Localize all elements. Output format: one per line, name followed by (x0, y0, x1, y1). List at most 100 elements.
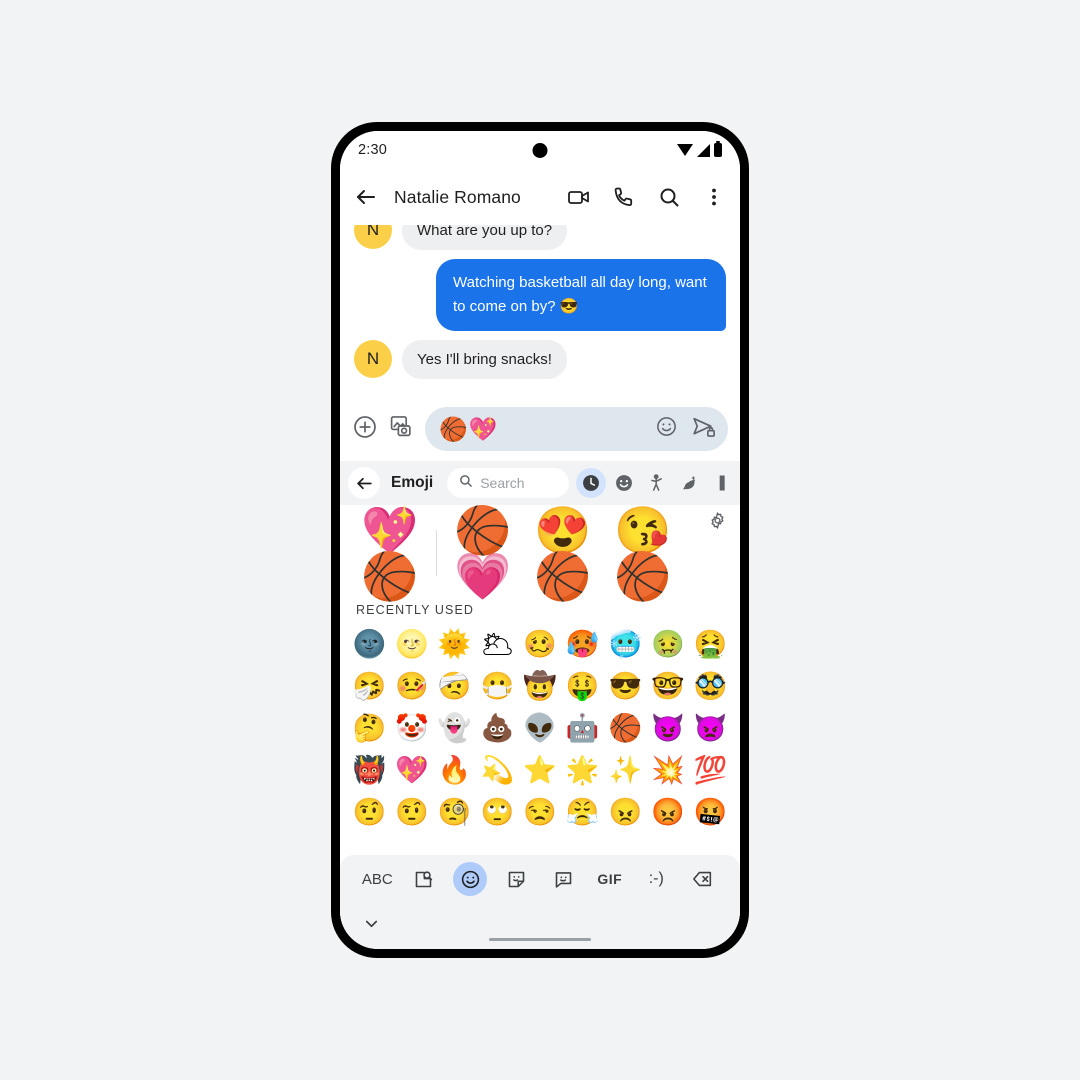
signal-icon (697, 143, 710, 157)
back-arrow-icon[interactable] (354, 185, 378, 209)
emoji-cell[interactable]: 🤓 (647, 667, 690, 705)
sticker-icon[interactable] (500, 862, 534, 896)
message-row: N What are you up to? (354, 225, 726, 250)
abc-key[interactable]: ABC (360, 862, 394, 896)
emoji-cell[interactable]: 💥 (647, 751, 690, 789)
emoji-smiley-icon[interactable] (655, 415, 678, 443)
message-bubble-outgoing[interactable]: Watching basketball all day long, want t… (436, 259, 726, 331)
emoji-cell[interactable]: 🌝 (391, 625, 434, 663)
emoji-cell[interactable]: 🤒 (391, 667, 434, 705)
status-time: 2:30 (358, 142, 388, 158)
emoji-cell[interactable]: 👻 (433, 709, 476, 747)
emoji-cell[interactable]: 🤢 (647, 625, 690, 663)
gallery-camera-icon[interactable] (389, 414, 414, 444)
keyboard-mode-bar: ABC GIF :-) (340, 855, 740, 903)
camera-punch-hole (532, 143, 548, 158)
emoji-category-food[interactable] (708, 468, 738, 498)
contact-name[interactable]: Natalie Romano (394, 187, 521, 208)
emoji-cell[interactable]: 🏀 (604, 709, 647, 747)
emoji-cell[interactable]: 🥸 (689, 667, 732, 705)
emoji-cell[interactable]: 👽 (519, 709, 562, 747)
emoji-category-smileys[interactable] (609, 468, 639, 498)
search-icon (458, 473, 473, 493)
avatar: N (354, 225, 392, 249)
emoji-cell[interactable]: 🌥 (476, 625, 519, 663)
video-call-icon[interactable] (567, 185, 591, 209)
message-bubble-incoming[interactable]: What are you up to? (402, 225, 568, 250)
emoji-cell[interactable]: 🤡 (391, 709, 434, 747)
emoji-cell[interactable]: 💩 (476, 709, 519, 747)
draft-text: 🏀💖 (439, 415, 499, 442)
emoji-search-input[interactable]: Search (447, 468, 570, 498)
emoji-cell[interactable]: 🧐 (433, 793, 476, 831)
emoji-cell[interactable]: 🌚 (348, 625, 391, 663)
emoji-cell[interactable]: 🌞 (433, 625, 476, 663)
sticker-suggestion[interactable]: 🏀💗 (443, 507, 523, 599)
emoji-cell[interactable]: 🔥 (433, 751, 476, 789)
phone-frame: 2:30 Natalie Romano N What are you up to… (331, 122, 749, 958)
phone-screen: 2:30 Natalie Romano N What are you up to… (340, 131, 740, 949)
emoji-search-placeholder: Search (480, 475, 525, 491)
sticker-suggestion[interactable]: 💖🏀 (350, 507, 430, 599)
emoji-cell[interactable]: 👿 (689, 709, 732, 747)
emoji-back-button[interactable] (348, 467, 380, 499)
message-input-field[interactable]: 🏀💖 (425, 407, 728, 451)
emoji-cell[interactable]: 😷 (476, 667, 519, 705)
emoji-cell[interactable]: 💯 (689, 751, 732, 789)
emoji-cell[interactable]: 💖 (391, 751, 434, 789)
sticker-suggestion[interactable]: 😍🏀 (523, 507, 603, 599)
emoji-cell[interactable]: 💫 (476, 751, 519, 789)
emoji-cell[interactable]: 🌟 (561, 751, 604, 789)
message-bubble-incoming[interactable]: Yes I'll bring snacks! (402, 340, 567, 379)
emoji-category-tabs (576, 468, 738, 498)
emoticon-bubble-icon[interactable] (546, 862, 580, 896)
emoji-cell[interactable]: 🤮 (689, 625, 732, 663)
emoji-cell[interactable]: 😈 (647, 709, 690, 747)
emoji-cell[interactable]: 😤 (561, 793, 604, 831)
emoji-cell[interactable]: ✨ (604, 751, 647, 789)
emoji-category-recent[interactable] (576, 468, 607, 498)
emoji-cell[interactable]: 😠 (604, 793, 647, 831)
overflow-menu-icon[interactable] (702, 185, 726, 209)
emoji-cell[interactable]: 🥴 (519, 625, 562, 663)
emoji-cell[interactable]: 🤖 (561, 709, 604, 747)
app-bar: Natalie Romano (340, 169, 740, 225)
search-icon[interactable] (657, 185, 681, 209)
emoji-grid[interactable]: 🌚 🌝 🌞 🌥 🥴 🥵 🥶 🤢 🤮 🤧 🤒 🤕 😷 🤠 🤑 😎 🤓 🥸 🤔 🤡 … (340, 625, 740, 855)
emoji-cell[interactable]: 🤑 (561, 667, 604, 705)
sticker-search-icon[interactable] (407, 862, 441, 896)
phone-call-icon[interactable] (612, 185, 636, 209)
send-encrypted-icon[interactable] (691, 414, 716, 444)
conversation-list[interactable]: N What are you up to? Watching basketbal… (340, 225, 740, 397)
emoji-cell[interactable]: 🙄 (476, 793, 519, 831)
emoji-cell[interactable]: 🤠 (519, 667, 562, 705)
emoji-cell[interactable]: 🤨 (391, 793, 434, 831)
emoji-cell[interactable]: 🤕 (433, 667, 476, 705)
emoji-cell[interactable]: 🤧 (348, 667, 391, 705)
battery-icon (714, 140, 722, 157)
backspace-icon[interactable] (686, 862, 720, 896)
emoji-cell[interactable]: 🤨 (348, 793, 391, 831)
navigation-bar (340, 903, 740, 949)
emoji-cell[interactable]: ⭐ (519, 751, 562, 789)
chevron-down-icon[interactable] (362, 914, 381, 938)
emoji-category-people[interactable] (642, 468, 672, 498)
wifi-icon (677, 144, 693, 156)
emoji-cell[interactable]: 😡 (647, 793, 690, 831)
emoji-cell[interactable]: 🥵 (561, 625, 604, 663)
emoji-category-nature[interactable] (675, 468, 705, 498)
emoji-cell[interactable]: 😒 (519, 793, 562, 831)
compose-bar: 🏀💖 (340, 397, 740, 461)
sticker-suggestion[interactable]: 😘🏀 (603, 507, 683, 599)
emoji-cell[interactable]: 🤬 (689, 793, 732, 831)
emoji-cell[interactable]: 🥶 (604, 625, 647, 663)
emoji-cell[interactable]: 👹 (348, 751, 391, 789)
gif-key[interactable]: GIF (593, 862, 627, 896)
emoji-icon[interactable] (453, 862, 488, 896)
avatar: N (354, 340, 392, 378)
gear-icon[interactable] (708, 511, 728, 531)
emoticon-key[interactable]: :-) (639, 862, 673, 896)
emoji-cell[interactable]: 😎 (604, 667, 647, 705)
plus-circle-icon[interactable] (352, 414, 378, 445)
emoji-cell[interactable]: 🤔 (348, 709, 391, 747)
